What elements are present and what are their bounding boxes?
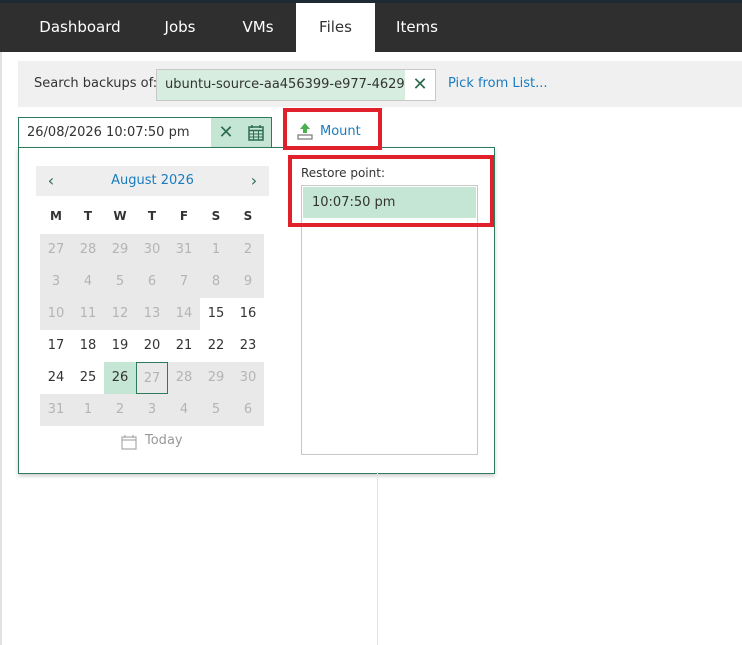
calendar-day[interactable]: 15 (200, 298, 232, 330)
calendar-day[interactable]: 27 (40, 234, 72, 266)
calendar-day[interactable]: 3 (136, 394, 168, 426)
tab-dashboard[interactable]: Dashboard (20, 3, 140, 52)
calendar-day[interactable]: 25 (72, 362, 104, 394)
today-calendar-icon (120, 433, 138, 455)
calendar-day[interactable]: 2 (232, 234, 264, 266)
calendar-day[interactable]: 13 (136, 298, 168, 330)
calendar-day[interactable]: 14 (168, 298, 200, 330)
clear-date-icon[interactable]: ✕ (211, 118, 241, 148)
top-nav-bar: Dashboard Jobs VMs Files Items (0, 0, 742, 52)
calendar-day[interactable]: 6 (136, 266, 168, 298)
calendar-day[interactable]: 31 (168, 234, 200, 266)
calendar-day[interactable]: 9 (232, 266, 264, 298)
weekday-header: F (179, 209, 189, 223)
pick-from-list-link[interactable]: Pick from List... (448, 76, 547, 91)
calendar-day[interactable]: 16 (232, 298, 264, 330)
calendar-day[interactable]: 1 (200, 234, 232, 266)
calendar-day[interactable]: 17 (40, 330, 72, 362)
content-divider (377, 472, 378, 645)
calendar-day[interactable]: 24 (40, 362, 72, 394)
calendar-day[interactable]: 10 (40, 298, 72, 330)
today-label[interactable]: Today (145, 433, 183, 448)
calendar-day[interactable]: 29 (200, 362, 232, 394)
weekday-header: W (113, 209, 127, 223)
calendar-day-selected[interactable]: 26 (104, 362, 136, 394)
calendar-day[interactable]: 30 (232, 362, 264, 394)
date-time-value[interactable]: 26/08/2026 10:07:50 pm (27, 118, 190, 148)
calendar-day[interactable]: 28 (168, 362, 200, 394)
search-clear-icon[interactable]: ✕ (405, 70, 435, 100)
calendar-day[interactable]: 8 (200, 266, 232, 298)
weekday-header: M (50, 209, 62, 223)
calendar-day[interactable]: 7 (168, 266, 200, 298)
calendar-day-today[interactable]: 27 (136, 362, 168, 394)
calendar-day[interactable]: 30 (136, 234, 168, 266)
calendar-day[interactable]: 22 (200, 330, 232, 362)
weekday-header: S (243, 209, 253, 223)
calendar-day[interactable]: 29 (104, 234, 136, 266)
highlight-box-mount (283, 108, 382, 150)
calendar-day[interactable]: 6 (232, 394, 264, 426)
calendar-day[interactable]: 4 (168, 394, 200, 426)
calendar-day[interactable]: 31 (40, 394, 72, 426)
calendar-day[interactable]: 5 (200, 394, 232, 426)
calendar-day[interactable]: 2 (104, 394, 136, 426)
search-label: Search backups of: (34, 76, 158, 91)
tab-jobs[interactable]: Jobs (140, 3, 220, 52)
search-backups-field[interactable]: ubuntu-source-aa456399-e977-4629-8 ✕ (156, 69, 436, 101)
calendar-day[interactable]: 18 (72, 330, 104, 362)
weekday-header: T (147, 209, 157, 223)
calendar-day[interactable]: 19 (104, 330, 136, 362)
calendar-day[interactable]: 4 (72, 266, 104, 298)
highlight-box-restore-point (288, 155, 494, 227)
date-time-input[interactable]: 26/08/2026 10:07:50 pm ✕ (18, 117, 272, 149)
tab-vms[interactable]: VMs (220, 3, 296, 52)
calendar-day[interactable]: 3 (40, 266, 72, 298)
search-value[interactable]: ubuntu-source-aa456399-e977-4629-8 (157, 70, 405, 100)
prev-month-icon[interactable]: ‹ (36, 166, 66, 196)
next-month-icon[interactable]: › (239, 166, 269, 196)
calendar-day[interactable]: 28 (72, 234, 104, 266)
calendar-day[interactable]: 20 (136, 330, 168, 362)
calendar-day[interactable]: 11 (72, 298, 104, 330)
weekday-header: T (83, 209, 93, 223)
left-edge-border (0, 52, 2, 645)
calendar-month-title[interactable]: August 2026 (36, 166, 269, 196)
calendar-toggle-icon[interactable] (241, 118, 271, 148)
calendar-month-bar: August 2026 ‹ › (36, 166, 269, 196)
tab-files[interactable]: Files (296, 3, 375, 52)
calendar-day[interactable]: 5 (104, 266, 136, 298)
calendar-day[interactable]: 1 (72, 394, 104, 426)
weekday-header: S (211, 209, 221, 223)
tab-items[interactable]: Items (375, 3, 459, 52)
calendar-day[interactable]: 21 (168, 330, 200, 362)
calendar-day[interactable]: 12 (104, 298, 136, 330)
calendar-day[interactable]: 23 (232, 330, 264, 362)
